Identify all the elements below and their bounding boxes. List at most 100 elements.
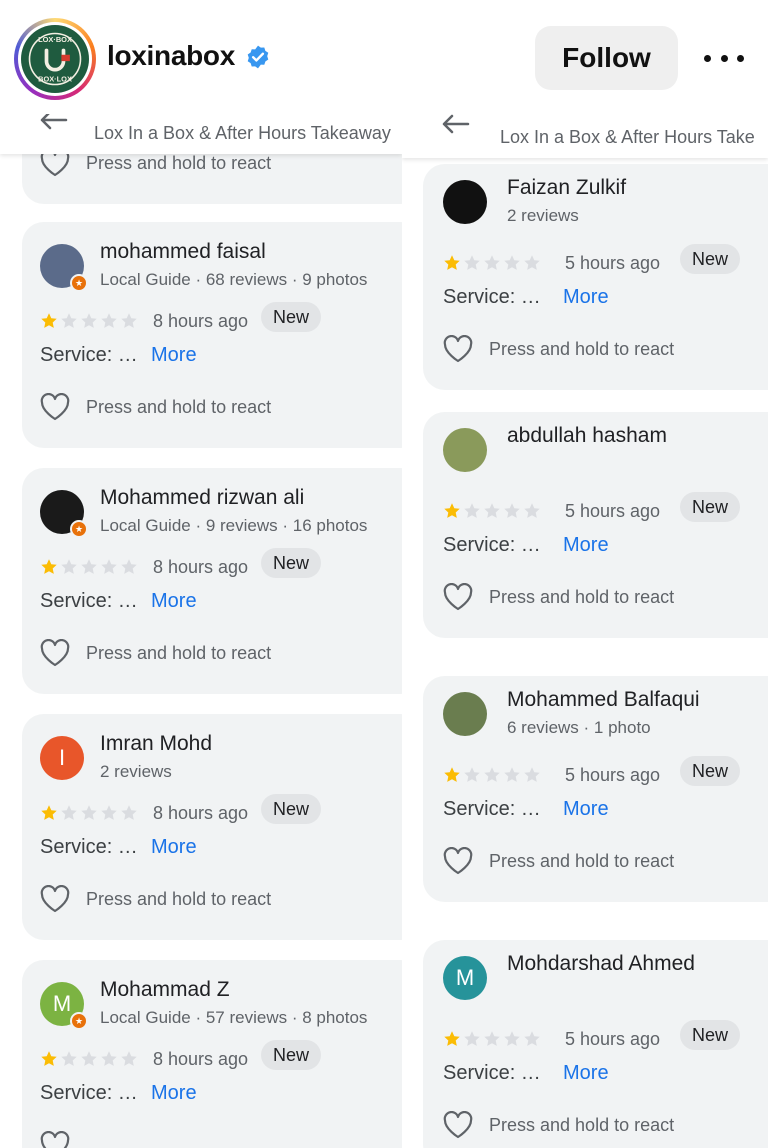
review-text: Service: … (443, 798, 541, 820)
reviews-panel-right: Lox In a Box & After Hours Take Faizan Z… (402, 114, 768, 1148)
profile-username[interactable]: loxinabox (107, 40, 235, 72)
reviewer-avatar[interactable]: ★ (40, 244, 88, 292)
reviewer-avatar[interactable] (443, 180, 487, 224)
heart-outline-icon (443, 1111, 473, 1139)
local-guide-badge-icon: ★ (70, 274, 88, 292)
heart-outline-icon (443, 335, 473, 363)
star-icon (484, 255, 500, 270)
reviewer-name[interactable]: Faizan Zulkif (507, 176, 626, 200)
react-button[interactable]: Press and hold to react (443, 582, 674, 612)
reviewer-avatar[interactable]: I (40, 736, 84, 780)
avatar-image: I (40, 736, 84, 780)
more-link[interactable]: More (151, 344, 197, 367)
heart-outline-icon (443, 583, 473, 611)
review-time: 8 hours ago (153, 557, 249, 577)
reviewer-avatar[interactable]: M (443, 956, 487, 1000)
star-icon (41, 1051, 57, 1066)
reviewer-meta: Local Guide · 9 reviews · 16 photos (100, 516, 368, 535)
star-rating (443, 1030, 541, 1048)
heart-outline-icon (40, 885, 70, 913)
heart-outline-icon (40, 393, 70, 421)
more-link[interactable]: More (563, 1062, 609, 1085)
back-arrow-icon[interactable] (440, 114, 470, 136)
react-button[interactable]: Press and hold to react (443, 1110, 674, 1140)
brand-logo: LOX·BOX BOX·LOX (21, 25, 89, 93)
review-card: M Mohdarshad Ahmed 5 hours ago New Service: … (423, 940, 768, 1148)
review-text: Service: … (40, 1082, 138, 1104)
react-button[interactable] (40, 1130, 70, 1148)
verified-icon (247, 45, 269, 69)
review-card: I Imran Mohd 2 reviews 8 hours ago New Servic… (22, 714, 402, 940)
star-icon (41, 559, 57, 574)
new-badge: New (261, 548, 322, 578)
profile-header: LOX·BOX BOX·LOX loxinabox Follow (0, 0, 768, 114)
review-text: Service: … (40, 344, 138, 366)
reviewer-name[interactable]: abdullah hasham (507, 424, 667, 448)
review-time: 5 hours ago (565, 1029, 661, 1049)
star-icon (464, 503, 480, 518)
reviewer-name[interactable]: Mohdarshad Ahmed (507, 952, 695, 976)
new-badge: New (680, 756, 741, 786)
review-text: Service: … (443, 286, 541, 308)
avatar-image (443, 428, 487, 472)
new-badge: New (261, 794, 322, 824)
more-link[interactable]: More (563, 798, 609, 821)
heart-outline-icon (40, 1131, 70, 1148)
star-icon (524, 767, 540, 782)
react-label: Press and hold to react (489, 1114, 675, 1135)
review-card: Mohammed Balfaqui 6 reviews · 1 photo 5 ho… (423, 676, 768, 902)
more-link[interactable]: More (563, 534, 609, 557)
react-label: Press and hold to react (86, 396, 272, 417)
reviewer-name[interactable]: Mohammed Balfaqui (507, 688, 700, 712)
reviewer-avatar[interactable]: ★ (40, 490, 88, 538)
star-icon (81, 1051, 97, 1066)
star-rating (40, 804, 138, 822)
more-link[interactable]: More (151, 590, 197, 613)
star-rating (40, 1050, 138, 1068)
reviewer-avatar[interactable]: M ★ (40, 982, 88, 1030)
star-icon (101, 1051, 117, 1066)
star-rating (443, 766, 541, 784)
star-icon (81, 805, 97, 820)
reviewer-avatar[interactable] (443, 428, 487, 472)
profile-avatar[interactable]: LOX·BOX BOX·LOX (14, 18, 96, 100)
avatar-image: M (443, 956, 487, 1000)
reviewer-name[interactable]: Mohammed rizwan ali (100, 486, 304, 510)
react-button[interactable]: Press and hold to react (40, 884, 271, 914)
reviewer-meta: Local Guide · 57 reviews · 8 photos (100, 1008, 368, 1027)
react-button[interactable]: Press and hold to react (443, 334, 674, 364)
local-guide-badge-icon: ★ (70, 520, 88, 538)
more-link[interactable]: More (151, 1082, 197, 1105)
review-time: 8 hours ago (153, 1049, 249, 1069)
svg-text:BOX·LOX: BOX·LOX (38, 74, 72, 83)
star-icon (81, 559, 97, 574)
review-time: 5 hours ago (565, 765, 661, 785)
react-button[interactable]: Press and hold to react (443, 846, 674, 876)
reviewer-meta: 2 reviews (507, 206, 579, 225)
svg-text:LOX·BOX: LOX·BOX (38, 35, 72, 44)
review-text: Service: … (443, 534, 541, 556)
review-card: Faizan Zulkif 2 reviews 5 hours ago New Serv… (423, 164, 768, 390)
more-link[interactable]: More (563, 286, 609, 309)
star-icon (504, 767, 520, 782)
reviewer-avatar[interactable] (443, 692, 487, 736)
avatar-image (443, 180, 487, 224)
star-icon (41, 313, 57, 328)
reviewer-name[interactable]: Mohammad Z (100, 978, 230, 1002)
react-label: Press and hold to react (489, 850, 675, 871)
reviewer-name[interactable]: mohammed faisal (100, 240, 266, 264)
reviewer-name[interactable]: Imran Mohd (100, 732, 212, 756)
place-header: Lox In a Box & After Hours Take (402, 114, 768, 158)
avatar-image (443, 692, 487, 736)
react-button[interactable]: Press and hold to react (40, 638, 271, 668)
more-link[interactable]: More (151, 836, 197, 859)
back-arrow-icon[interactable] (38, 114, 68, 132)
reviewer-meta: 2 reviews (100, 762, 172, 781)
follow-button[interactable]: Follow (535, 26, 678, 90)
star-icon (444, 255, 460, 270)
react-label: Press and hold to react (86, 642, 272, 663)
more-options-icon[interactable] (704, 44, 744, 72)
star-icon (464, 767, 480, 782)
star-icon (524, 503, 540, 518)
react-button[interactable]: Press and hold to react (40, 392, 271, 422)
